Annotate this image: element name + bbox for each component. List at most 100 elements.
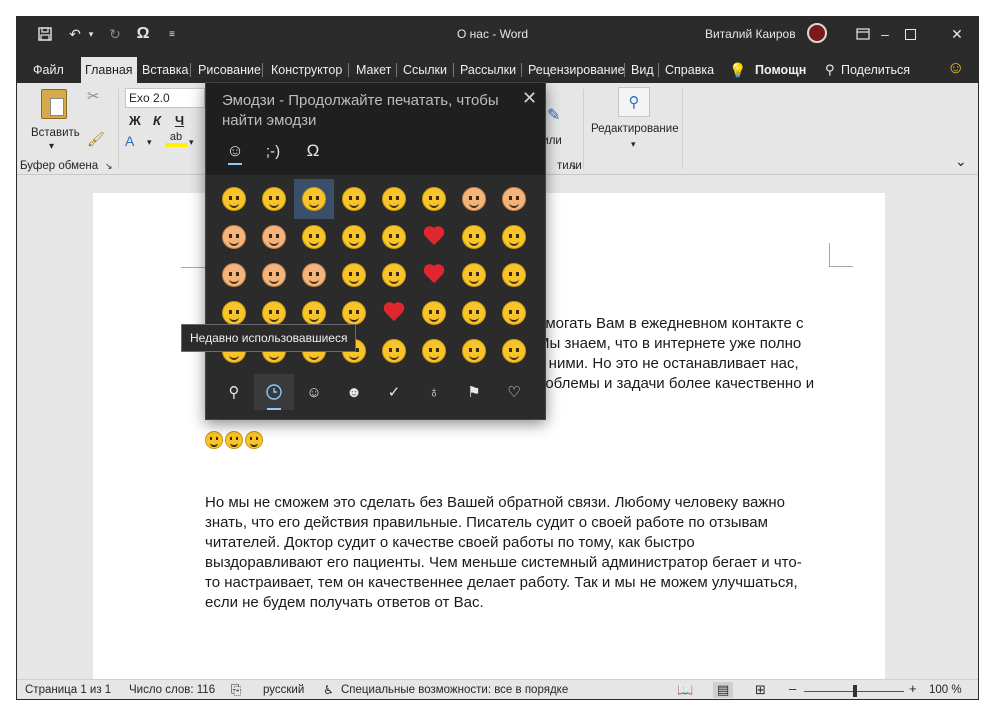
highlight-icon[interactable]: ab	[165, 131, 187, 147]
accessibility-status[interactable]: Специальные возможности: все в порядке	[341, 684, 568, 696]
people-category-icon[interactable]: ☻	[334, 374, 374, 410]
heart-category-icon[interactable]: ♡	[494, 374, 534, 410]
avatar[interactable]	[807, 23, 827, 43]
food-category-icon[interactable]: ♁	[414, 374, 454, 410]
tab-symbols[interactable]: Ω	[296, 137, 330, 165]
emoji-cell[interactable]	[494, 255, 534, 295]
maximize-icon[interactable]	[887, 17, 933, 51]
emoji-cell[interactable]	[294, 255, 334, 295]
tab-design[interactable]: Конструктор	[267, 57, 346, 83]
emoji-cell[interactable]	[214, 217, 254, 257]
text-effects-icon[interactable]: A	[125, 133, 134, 149]
tab-layout[interactable]: Макет	[352, 57, 395, 83]
paste-dropdown-icon[interactable]: ▾	[49, 141, 54, 152]
dialog-launcher-icon[interactable]: ↘	[105, 161, 113, 172]
emoji-cell[interactable]	[334, 217, 374, 257]
proofing-icon[interactable]: ⎘	[231, 682, 241, 698]
web-layout-icon[interactable]: ⊞	[755, 682, 766, 698]
zoom-in-icon[interactable]: +	[909, 681, 917, 696]
page-count[interactable]: Страница 1 из 1	[25, 684, 111, 696]
tab-home[interactable]: Главная	[81, 57, 137, 83]
tab-draw[interactable]: Рисование	[194, 57, 265, 83]
text-effects-dropdown-icon[interactable]: ▾	[147, 137, 152, 148]
zoom-level[interactable]: 100 %	[929, 684, 962, 696]
styles-icon[interactable]: ✎	[547, 105, 560, 125]
emoji-cell[interactable]	[374, 255, 414, 295]
emoji-cell[interactable]	[334, 179, 374, 219]
omega-icon[interactable]: Ω	[133, 24, 153, 44]
travel-category-icon[interactable]: ⚑	[454, 374, 494, 410]
share-icon[interactable]: ⚲	[821, 57, 839, 83]
emoji-cell[interactable]	[214, 179, 254, 219]
emoji-cell[interactable]	[294, 179, 334, 219]
emoji-cell[interactable]	[374, 293, 414, 333]
tab-view[interactable]: Вид	[627, 57, 658, 83]
paste-button[interactable]: Вставить	[31, 127, 80, 139]
emoji-cell[interactable]	[454, 255, 494, 295]
emoji-cell[interactable]	[454, 293, 494, 333]
celebration-category-icon[interactable]: ✓	[374, 374, 414, 410]
undo-icon[interactable]: ↶	[65, 24, 85, 44]
redo-icon[interactable]: ↻	[105, 24, 125, 44]
accessibility-icon[interactable]: ♿	[323, 683, 334, 697]
close-icon[interactable]: ✕	[934, 17, 978, 51]
close-icon[interactable]: ✕	[522, 88, 537, 109]
emoji-cell[interactable]	[254, 255, 294, 295]
paste-icon[interactable]	[41, 89, 67, 119]
help-search[interactable]: Помощн	[751, 57, 810, 83]
emoji-cell[interactable]	[414, 255, 454, 295]
emoji-cell[interactable]	[414, 293, 454, 333]
cut-icon[interactable]: ✂	[87, 87, 100, 105]
underline-button[interactable]: Ч	[175, 113, 184, 128]
search-icon[interactable]: ⚲	[214, 374, 254, 410]
emoji-cell[interactable]	[494, 331, 534, 371]
emoji-cell[interactable]	[374, 179, 414, 219]
italic-button[interactable]: К	[153, 113, 161, 128]
emoji-cell[interactable]	[254, 217, 294, 257]
smiley-feedback-icon[interactable]: ☺	[943, 55, 968, 81]
tab-help[interactable]: Справка	[661, 57, 718, 83]
emoji-cell[interactable]	[414, 331, 454, 371]
styles-launcher-icon[interactable]: ↘	[569, 161, 577, 172]
emoji-cell[interactable]	[334, 255, 374, 295]
emoji-cell[interactable]	[294, 217, 334, 257]
tab-review[interactable]: Рецензирование	[524, 57, 629, 83]
emoji-cell[interactable]	[374, 217, 414, 257]
emoji-cell[interactable]	[414, 179, 454, 219]
emoji-cell[interactable]	[214, 255, 254, 295]
print-layout-icon[interactable]: ▤	[713, 682, 734, 698]
font-name-input[interactable]: Exo 2.0	[125, 88, 205, 108]
emoji-cell[interactable]	[494, 293, 534, 333]
lightbulb-icon[interactable]: 💡	[725, 57, 750, 83]
emoji-cell[interactable]	[254, 179, 294, 219]
collapse-ribbon-icon[interactable]: ⌄	[955, 153, 967, 170]
tab-mailings[interactable]: Рассылки	[456, 57, 520, 83]
emoji-cell[interactable]	[494, 217, 534, 257]
smiley-category-icon[interactable]: ☺	[294, 374, 334, 410]
highlight-dropdown-icon[interactable]: ▾	[189, 137, 194, 148]
share-button[interactable]: Поделиться	[837, 57, 914, 83]
bold-button[interactable]: Ж	[129, 113, 141, 128]
undo-dropdown-icon[interactable]: ▾	[85, 24, 97, 44]
emoji-cell[interactable]	[494, 179, 534, 219]
tab-kaomoji[interactable]: ;-)	[256, 137, 290, 165]
search-icon[interactable]: ⚲	[618, 87, 650, 117]
tab-references[interactable]: Ссылки	[399, 57, 451, 83]
emoji-cell[interactable]	[374, 331, 414, 371]
save-icon[interactable]	[35, 24, 55, 44]
zoom-out-icon[interactable]: –	[789, 681, 796, 696]
language-indicator[interactable]: русский	[263, 684, 304, 696]
editing-button[interactable]: Редактирование	[591, 123, 679, 135]
tab-insert[interactable]: Вставка	[138, 57, 192, 83]
user-name[interactable]: Виталий Каиров	[705, 27, 796, 41]
tab-emoji[interactable]: ☺	[218, 137, 252, 165]
word-count[interactable]: Число слов: 116	[129, 684, 215, 696]
read-mode-icon[interactable]: 📖	[677, 682, 693, 698]
customize-icon[interactable]: ≡	[165, 24, 179, 44]
format-painter-icon[interactable]: 🖌	[87, 131, 105, 148]
editing-dropdown-icon[interactable]: ▾	[631, 139, 636, 150]
zoom-slider-thumb[interactable]	[853, 685, 857, 697]
emoji-cell[interactable]	[454, 179, 494, 219]
emoji-cell[interactable]	[414, 217, 454, 257]
recent-icon[interactable]	[254, 374, 294, 410]
